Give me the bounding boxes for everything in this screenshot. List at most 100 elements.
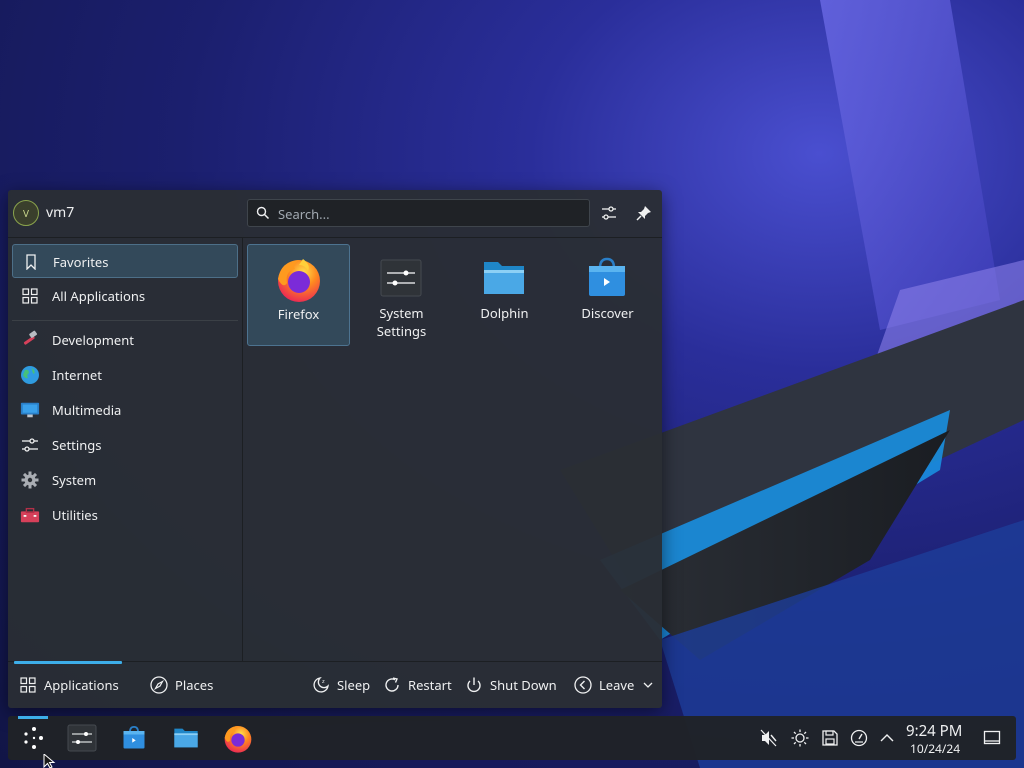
mouse-cursor-icon <box>43 754 56 768</box>
sidebar-item-favorites[interactable]: Favorites <box>12 244 238 278</box>
sidebar-item-label: All Applications <box>52 287 146 305</box>
app-tile-system-settings[interactable]: System Settings <box>350 244 453 346</box>
taskbar: 9:24 PM 10/24/24 <box>8 716 1016 760</box>
toolbox-icon <box>20 505 40 525</box>
volume-muted-icon <box>760 729 777 747</box>
search-box[interactable] <box>247 199 590 227</box>
sidebar-item-label: Internet <box>52 366 102 384</box>
app-tile-dolphin[interactable]: Dolphin <box>453 244 556 346</box>
gear-icon <box>20 470 40 490</box>
brightness-button[interactable] <box>790 728 810 748</box>
application-launcher: V vm7 Search... Favorites All Applicatio… <box>8 190 662 708</box>
task-dolphin[interactable] <box>168 722 204 754</box>
launcher-footer: Applications Places z Sleep Restart Shut… <box>8 661 662 708</box>
globe-icon <box>20 365 40 385</box>
show-desktop-button[interactable] <box>982 728 1002 748</box>
application-launcher-button[interactable] <box>16 722 52 754</box>
network-button[interactable] <box>849 728 869 748</box>
tab-applications[interactable]: Applications <box>18 673 119 697</box>
task-system-settings[interactable] <box>64 722 100 754</box>
tab-label: Places <box>175 676 214 694</box>
floppy-disk-icon <box>822 730 838 746</box>
task-discover[interactable] <box>116 722 152 754</box>
sleep-icon: z <box>311 675 331 695</box>
shopping-bag-icon <box>123 726 145 749</box>
sidebar-item-label: System <box>52 471 97 489</box>
settings-sliders-icon <box>20 435 40 455</box>
restart-icon <box>382 675 402 695</box>
launcher-header: V vm7 <box>8 190 662 237</box>
action-label: Leave <box>599 676 635 694</box>
task-firefox[interactable] <box>220 722 256 754</box>
app-tile-discover[interactable]: Discover <box>556 244 659 346</box>
username[interactable]: vm7 <box>46 203 74 222</box>
clock-time[interactable]: 9:24 PM <box>906 721 962 741</box>
system-settings-icon <box>380 259 422 297</box>
sidebar-item-label: Development <box>52 331 134 349</box>
svg-text:z: z <box>322 679 325 685</box>
sidebar-item-internet[interactable]: Internet <box>12 358 238 392</box>
gauge-icon <box>850 729 868 747</box>
search-icon <box>256 206 270 220</box>
tab-places[interactable]: Places <box>149 673 213 697</box>
firefox-icon <box>278 259 320 302</box>
folder-icon <box>484 262 524 294</box>
restart-button[interactable]: Restart <box>382 673 452 697</box>
hammer-icon <box>20 330 40 350</box>
sidebar-item-all-applications[interactable]: All Applications <box>12 279 238 313</box>
sidebar-item-system[interactable]: System <box>12 463 238 497</box>
sidebar-item-multimedia[interactable]: Multimedia <box>12 393 238 427</box>
launcher-active-indicator <box>18 716 48 719</box>
configure-button[interactable] <box>598 202 620 224</box>
leave-button[interactable]: Leave <box>573 673 654 697</box>
sliders-icon <box>602 206 616 220</box>
user-avatar[interactable]: V <box>13 200 39 226</box>
action-label: Shut Down <box>490 676 557 694</box>
favorites-grid: Firefox System Settings Dolphin Discover <box>243 238 662 661</box>
sidebar-item-settings[interactable]: Settings <box>12 428 238 462</box>
show-hidden-icons-button[interactable] <box>877 728 897 748</box>
volume-muted-button[interactable] <box>759 728 779 748</box>
sidebar-item-label: Favorites <box>53 253 109 271</box>
app-label-text: System Settings <box>376 304 427 340</box>
sidebar-item-development[interactable]: Development <box>12 323 238 357</box>
avatar-initial: V <box>23 206 29 220</box>
sidebar-item-label: Utilities <box>52 506 98 524</box>
shut-down-button[interactable]: Shut Down <box>464 673 557 697</box>
grid-icon <box>20 286 40 306</box>
show-desktop-icon <box>983 730 1001 745</box>
kde-launcher-icon <box>24 727 43 749</box>
app-label: Discover <box>581 304 634 322</box>
chevron-up-icon <box>880 734 894 742</box>
action-label: Sleep <box>337 676 371 694</box>
bookmark-icon <box>21 252 41 272</box>
power-icon <box>464 675 484 695</box>
app-tile-firefox[interactable]: Firefox <box>247 244 350 346</box>
action-label: Restart <box>408 676 452 694</box>
app-label: Dolphin <box>480 304 529 322</box>
monitor-icon <box>20 400 40 420</box>
pin-icon <box>636 206 651 221</box>
search-input[interactable] <box>276 203 580 225</box>
sidebar-item-label: Multimedia <box>52 401 122 419</box>
firefox-icon <box>224 726 252 753</box>
category-sidebar: Favorites All Applications Development I… <box>8 238 242 661</box>
pin-button[interactable] <box>633 202 655 224</box>
leave-icon <box>573 675 593 695</box>
system-settings-icon <box>67 724 97 752</box>
clock-date[interactable]: 10/24/24 <box>910 740 960 757</box>
tab-label: Applications <box>44 676 119 694</box>
sleep-button[interactable]: z Sleep <box>311 673 370 697</box>
folder-icon <box>174 728 198 748</box>
app-label: System Settings <box>350 304 453 340</box>
brightness-icon <box>791 729 809 747</box>
chevron-down-icon <box>643 682 653 688</box>
sidebar-item-utilities[interactable]: Utilities <box>12 498 238 532</box>
active-tab-indicator <box>14 661 122 664</box>
grid-icon <box>18 675 38 695</box>
sidebar-separator <box>12 320 238 321</box>
sidebar-item-label: Settings <box>52 436 102 454</box>
shopping-bag-icon <box>589 257 625 296</box>
disk-button[interactable] <box>820 728 840 748</box>
app-label: Firefox <box>277 305 320 323</box>
